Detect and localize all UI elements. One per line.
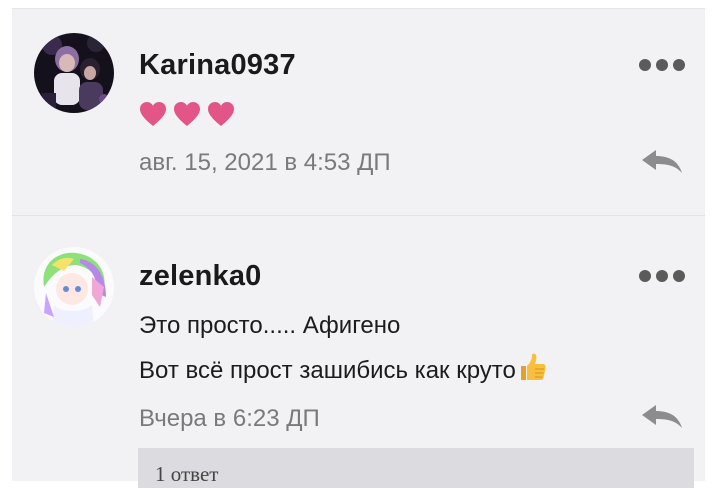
heart-icon — [208, 102, 234, 126]
avatar[interactable] — [34, 247, 114, 327]
comment-item: zelenka0 Это просто..... Афигено Вот всё… — [12, 216, 705, 488]
username[interactable]: Karina0937 — [139, 49, 296, 82]
heart-icon — [140, 102, 166, 126]
comment-text-line: Вот всё прост зашибись как круто — [139, 352, 548, 385]
comment-item: Karina0937 авг. 15, 2021 в 4:53 ДП — [12, 9, 705, 215]
username[interactable]: zelenka0 — [139, 260, 262, 293]
reply-icon[interactable] — [641, 149, 683, 175]
view-replies-button[interactable]: 1 ответ — [138, 448, 694, 488]
timestamp: Вчера в 6:23 ДП — [139, 405, 320, 432]
more-options-icon[interactable] — [639, 268, 685, 284]
avatar[interactable] — [34, 33, 114, 113]
heart-icon — [174, 102, 200, 126]
reply-icon[interactable] — [641, 404, 683, 430]
more-options-icon[interactable] — [639, 57, 685, 73]
replies-count-label: 1 ответ — [155, 462, 219, 486]
comment-text-line: Это просто..... Афигено — [139, 312, 401, 339]
user-avatar-icon — [34, 33, 114, 113]
anime-character-avatar-icon — [34, 247, 114, 327]
comment-feed: Karina0937 авг. 15, 2021 в 4:53 ДП zelen… — [12, 8, 705, 488]
comment-body — [139, 101, 235, 127]
comment-text: Вот всё прост зашибись как круто — [139, 357, 516, 384]
thumbs-up-emoji-icon — [520, 353, 546, 380]
timestamp: авг. 15, 2021 в 4:53 ДП — [139, 149, 391, 176]
